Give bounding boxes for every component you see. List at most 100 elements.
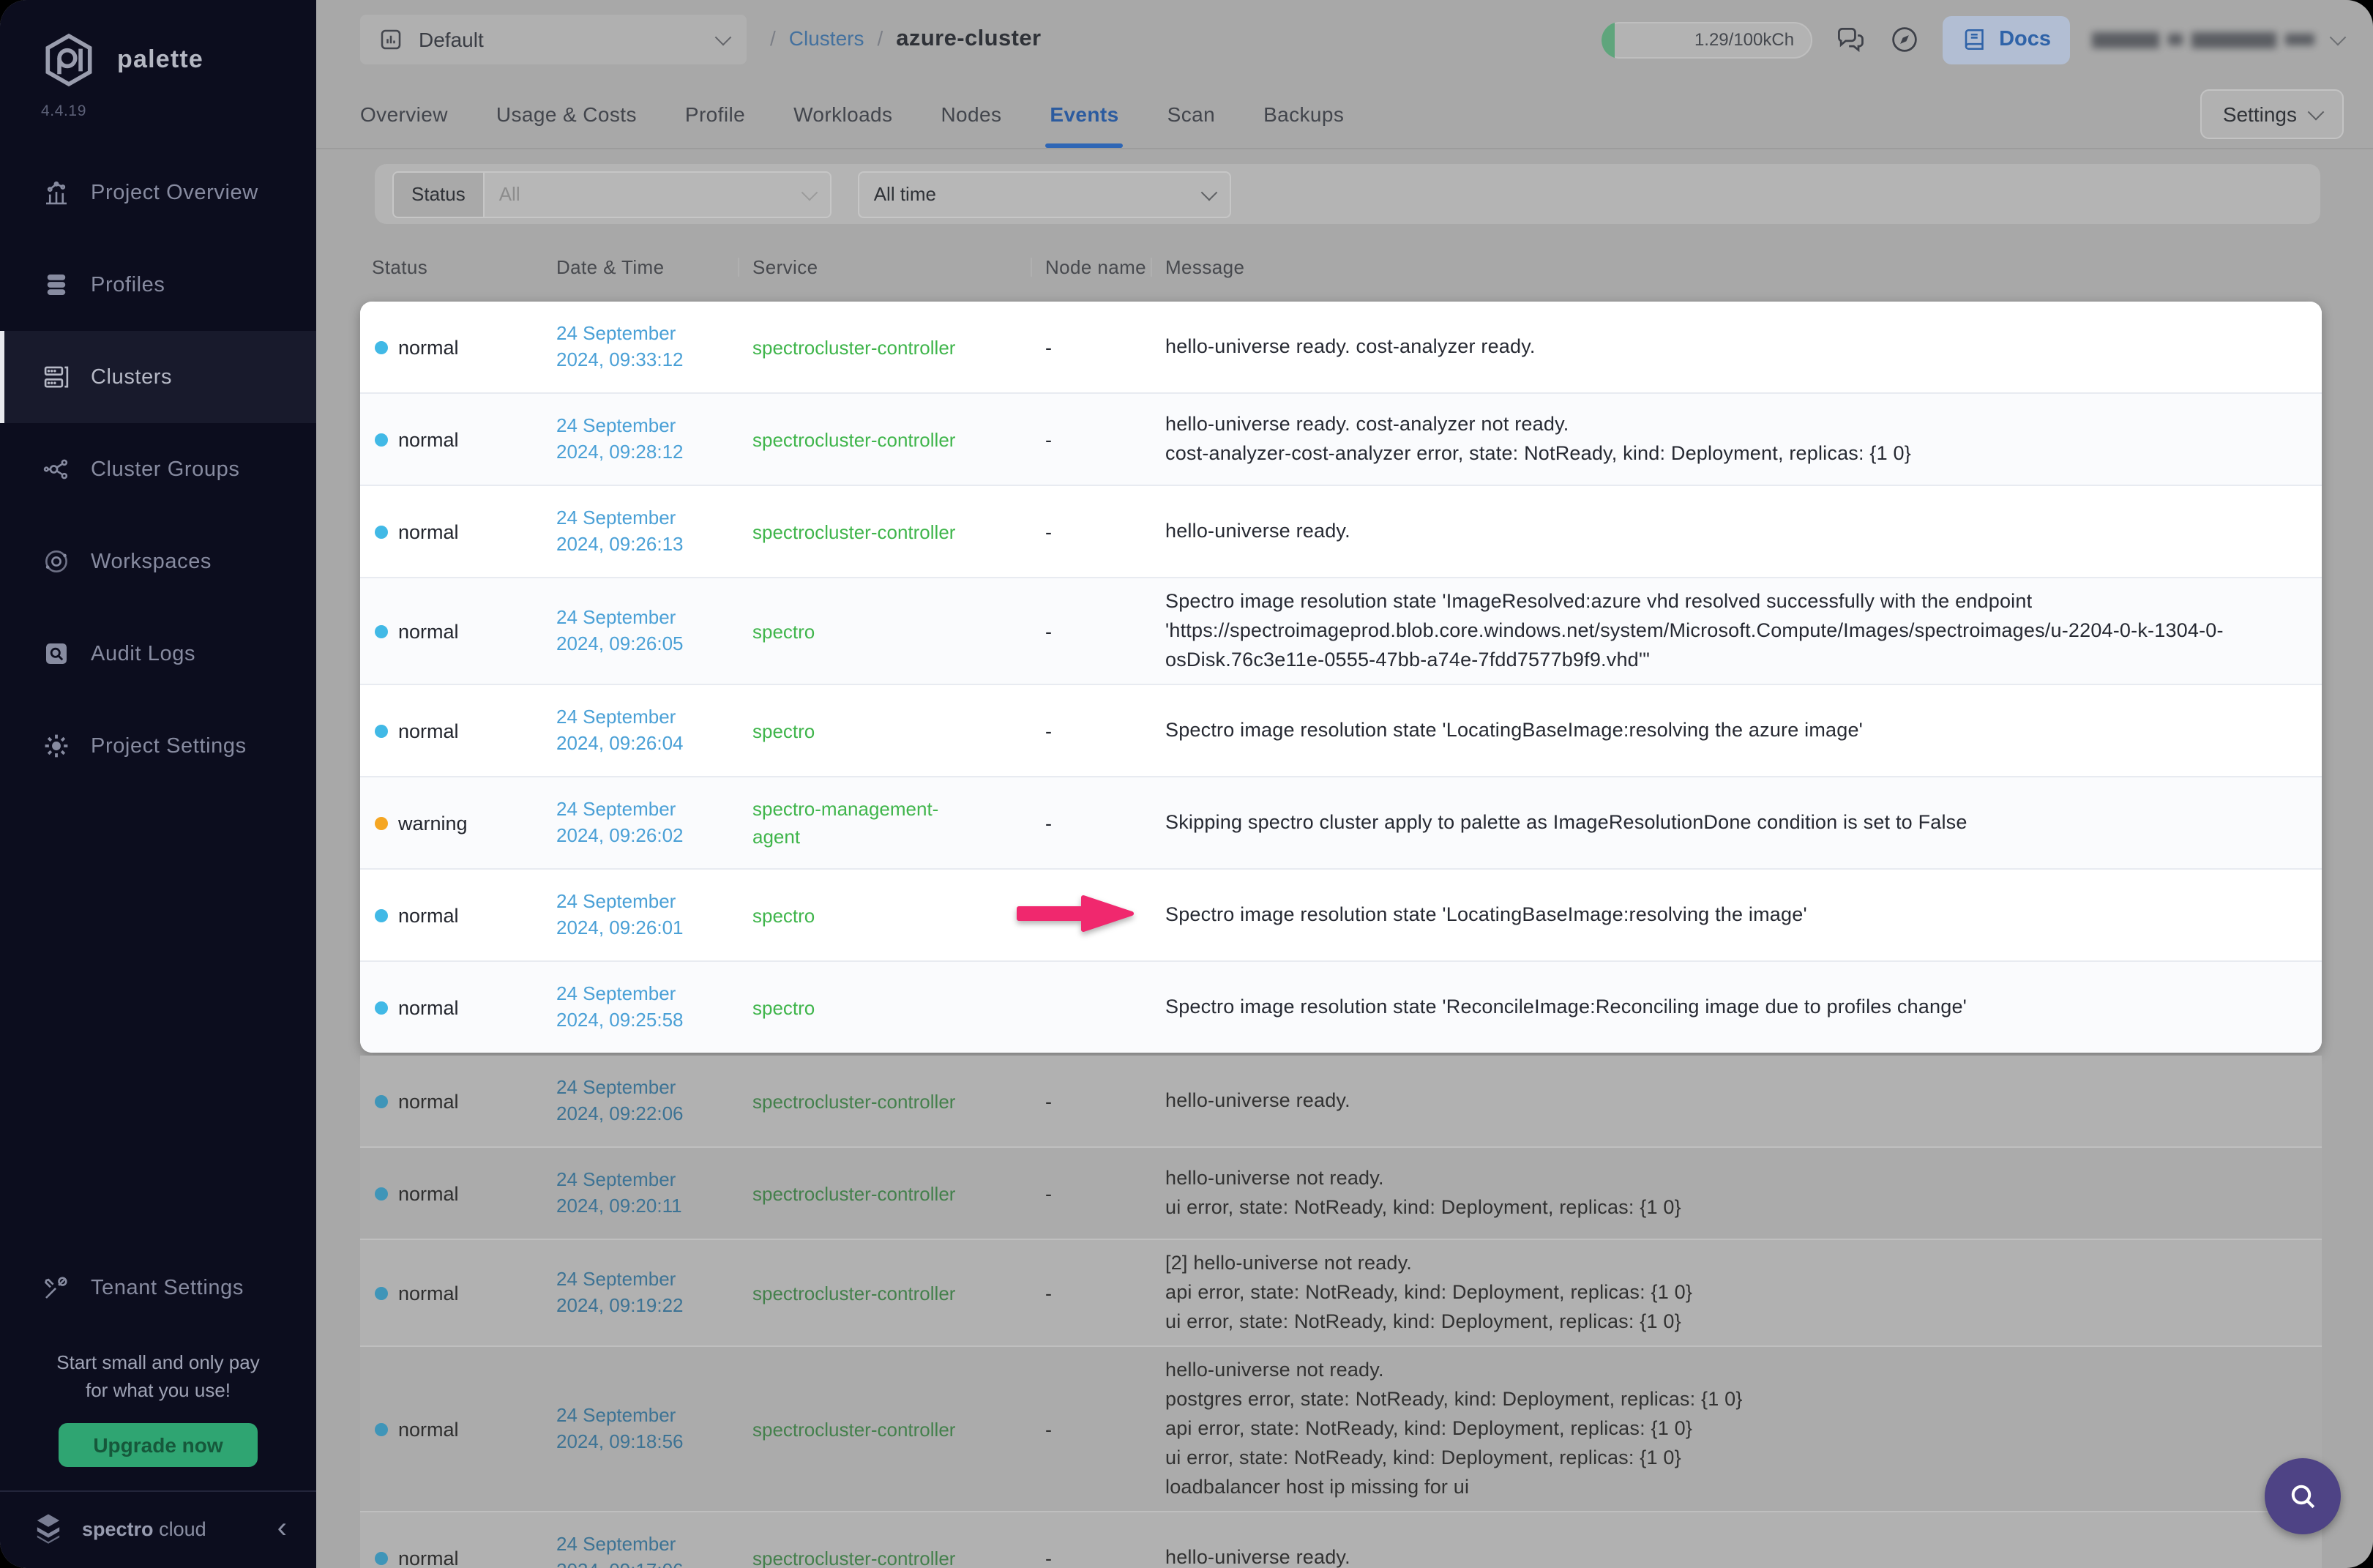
table-row[interactable]: normal24 September2024, 09:26:01spectro-… [360, 868, 2322, 960]
docs-button-label: Docs [1999, 28, 2051, 51]
message-cell: [2] hello-universe not ready.api error, … [1165, 1249, 2322, 1337]
status-filter-select[interactable]: All [485, 172, 830, 216]
user-menu[interactable] [2092, 31, 2344, 48]
status-dot-normal [375, 1001, 388, 1014]
status-cell: normal [360, 996, 556, 1018]
sidebar-item-project-settings[interactable]: Project Settings [0, 700, 316, 792]
event-time-link[interactable]: 24 September2024, 09:33:12 [556, 321, 752, 373]
tab-usage-costs[interactable]: Usage & Costs [496, 79, 637, 148]
table-row[interactable]: normal24 September2024, 09:22:06spectroc… [360, 1056, 2322, 1146]
cluster-tabs: Overview Usage & Costs Profile Workloads… [316, 79, 2373, 149]
status-label: normal [398, 1182, 459, 1204]
event-time-link[interactable]: 24 September2024, 09:20:11 [556, 1167, 752, 1220]
upgrade-now-button[interactable]: Upgrade now [58, 1423, 258, 1467]
event-time-link[interactable]: 24 September2024, 09:26:02 [556, 796, 752, 849]
topbar-actions: 1.29/100kCh Docs [1601, 15, 2344, 64]
docs-button[interactable]: Docs [1942, 15, 2070, 64]
chevron-down-icon [2308, 103, 2325, 120]
node-name: - [1045, 720, 1165, 742]
status-dot-normal [375, 1422, 388, 1436]
sidebar-item-label: Project Settings [91, 734, 247, 758]
breadcrumb-separator: / [770, 26, 776, 50]
table-row[interactable]: normal24 September2024, 09:28:12spectroc… [360, 392, 2322, 485]
sidebar-item-label: Profiles [91, 273, 165, 296]
sidebar-item-clusters[interactable]: Clusters [0, 331, 316, 423]
orbit-icon [41, 546, 72, 577]
chat-icon[interactable] [1834, 23, 1866, 56]
settings-button[interactable]: Settings [2201, 89, 2344, 138]
sidebar-item-workspaces[interactable]: Workspaces [0, 515, 316, 608]
service-name: spectrocluster-controller [752, 1544, 1045, 1568]
usage-quota-pill[interactable]: 1.29/100kCh [1601, 21, 1812, 58]
message-cell: hello-universe ready. cost-analyzer not … [1165, 410, 2322, 468]
status-filter: Status All [392, 171, 832, 217]
table-row[interactable]: normal24 September2024, 09:26:04spectro-… [360, 684, 2322, 776]
tab-nodes[interactable]: Nodes [941, 79, 1001, 148]
status-cell: normal [360, 620, 556, 642]
table-row[interactable]: normal24 September2024, 09:26:05spectro-… [360, 577, 2322, 684]
message-cell: hello-universe not ready.postgres error,… [1165, 1356, 2322, 1502]
tab-overview[interactable]: Overview [360, 79, 448, 148]
audit-search-icon [41, 638, 72, 669]
event-time-link[interactable]: 24 September2024, 09:26:05 [556, 605, 752, 657]
message-cell: Spectro image resolution state 'Reconcil… [1165, 993, 2322, 1022]
tab-backups[interactable]: Backups [1263, 79, 1344, 148]
status-dot-normal [375, 1187, 388, 1200]
tab-events[interactable]: Events [1050, 79, 1118, 148]
user-name-redacted [2092, 31, 2159, 48]
sidebar-item-tenant-settings[interactable]: Tenant Settings [0, 1242, 316, 1334]
event-time-link[interactable]: 24 September2024, 09:26:04 [556, 704, 752, 757]
breadcrumb-clusters-link[interactable]: Clusters [789, 26, 864, 50]
time-filter-select[interactable]: All time [858, 171, 1231, 217]
app-logo-text: palette [117, 45, 203, 75]
column-header-node-name: Node name [1045, 256, 1165, 278]
event-time-link[interactable]: 24 September2024, 09:17:06 [556, 1531, 752, 1568]
sidebar-collapse-icon[interactable]: ‹ [277, 1514, 287, 1543]
compass-icon[interactable] [1888, 23, 1920, 56]
service-name: spectro [752, 717, 1045, 744]
status-cell: normal [360, 428, 556, 450]
help-search-fab[interactable] [2265, 1458, 2341, 1534]
project-selector[interactable]: Default [360, 15, 747, 64]
event-time-link[interactable]: 24 September2024, 09:26:13 [556, 505, 752, 558]
event-time-link[interactable]: 24 September2024, 09:28:12 [556, 413, 752, 466]
tab-profile[interactable]: Profile [685, 79, 745, 148]
table-row[interactable]: normal24 September2024, 09:33:12spectroc… [360, 302, 2322, 392]
table-row[interactable]: normal24 September2024, 09:26:13spectroc… [360, 485, 2322, 577]
status-dot-normal [375, 1286, 388, 1299]
message-cell: hello-universe ready. cost-analyzer read… [1165, 332, 2322, 362]
table-row[interactable]: normal24 September2024, 09:18:56spectroc… [360, 1345, 2322, 1511]
status-label: normal [398, 996, 459, 1018]
status-cell: normal [360, 1282, 556, 1304]
sidebar-item-label: Audit Logs [91, 642, 195, 665]
column-header-date-time: Date & Time [556, 256, 752, 278]
status-dot-normal [375, 340, 388, 354]
event-time-link[interactable]: 24 September2024, 09:22:06 [556, 1075, 752, 1127]
status-label: normal [398, 428, 459, 450]
event-time-link[interactable]: 24 September2024, 09:26:01 [556, 889, 752, 941]
table-row[interactable]: normal24 September2024, 09:25:58spectroS… [360, 960, 2322, 1053]
event-time-link[interactable]: 24 September2024, 09:19:22 [556, 1266, 752, 1319]
tab-workloads[interactable]: Workloads [793, 79, 892, 148]
node-name: - [1045, 812, 1165, 834]
sidebar-item-cluster-groups[interactable]: Cluster Groups [0, 423, 316, 515]
event-time-link[interactable]: 24 September2024, 09:18:56 [556, 1403, 752, 1455]
table-row[interactable]: normal24 September2024, 09:19:22spectroc… [360, 1239, 2322, 1345]
app-version: 4.4.19 [0, 94, 316, 120]
event-time-link[interactable]: 24 September2024, 09:25:58 [556, 981, 752, 1034]
message-cell: hello-universe ready. [1165, 1086, 2322, 1116]
sidebar-item-label: Tenant Settings [91, 1276, 244, 1299]
status-label: normal [398, 1547, 459, 1568]
sidebar-item-project-overview[interactable]: Project Overview [0, 146, 316, 239]
table-row[interactable]: normal 24 September2024, 09:17:06spectroc… [360, 1511, 2322, 1568]
table-row[interactable]: normal24 September2024, 09:20:11spectroc… [360, 1146, 2322, 1239]
node-name: - [1045, 336, 1165, 358]
sidebar-item-audit-logs[interactable]: Audit Logs [0, 608, 316, 700]
sidebar-item-profiles[interactable]: Profiles [0, 239, 316, 331]
table-row[interactable]: warning24 September2024, 09:26:02spectro… [360, 776, 2322, 868]
status-label: normal [398, 1090, 459, 1112]
status-cell: normal [360, 1418, 556, 1440]
status-dot-normal [375, 908, 388, 922]
tab-scan[interactable]: Scan [1167, 79, 1215, 148]
status-cell: normal [360, 720, 556, 742]
